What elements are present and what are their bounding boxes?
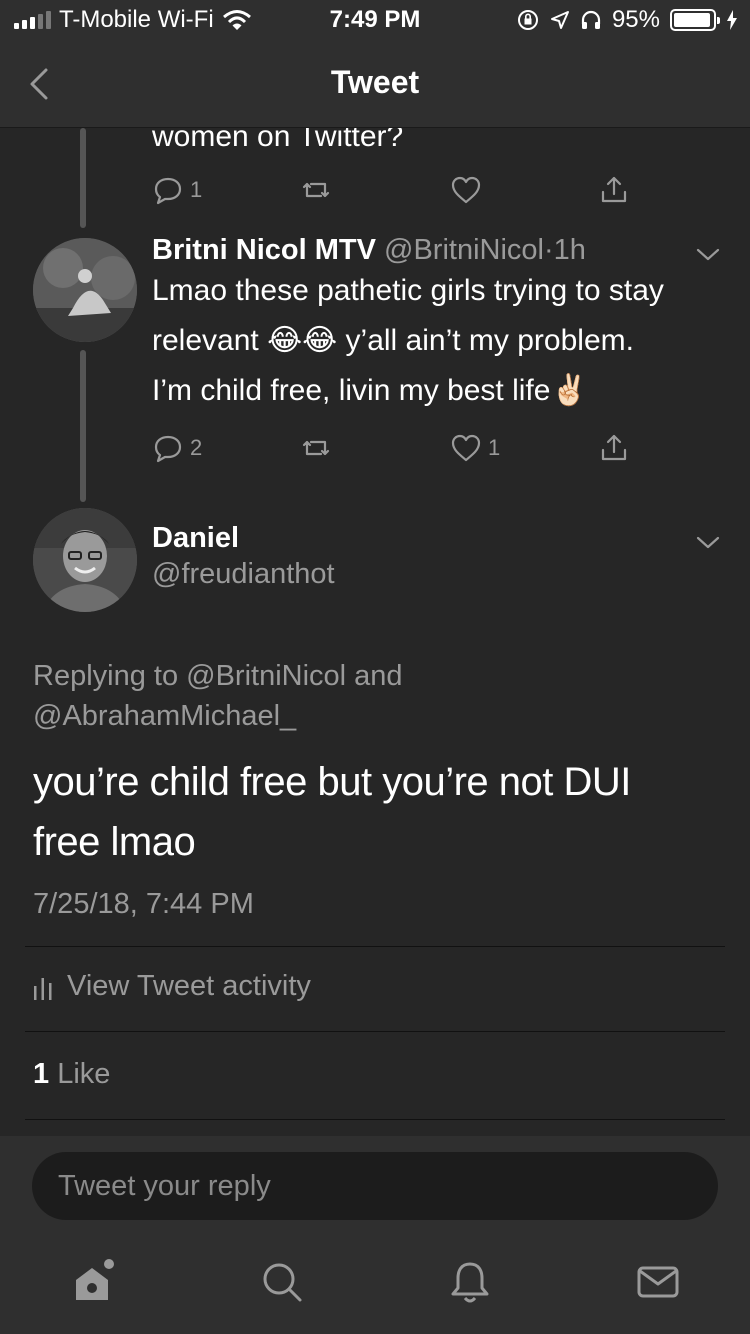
likes-summary[interactable]: 1 Like <box>33 1058 110 1091</box>
reply-icon <box>154 435 182 463</box>
orientation-lock-icon <box>517 10 538 30</box>
tweet-text-segment: relevant <box>152 324 259 357</box>
tab-messages[interactable] <box>634 1258 682 1306</box>
tweet-text: Lmao these pathetic girls trying to stay… <box>152 266 712 416</box>
divider <box>25 1031 725 1032</box>
author-name[interactable]: Daniel <box>152 522 239 555</box>
retweet-icon <box>302 182 330 198</box>
location-icon <box>550 11 569 29</box>
tweet-thread: women on Twitter? 1 Britni Nicol MTV @Br… <box>0 128 750 1136</box>
separator: · <box>543 234 554 266</box>
likes-label: Like <box>57 1058 111 1090</box>
thread-line <box>80 350 86 502</box>
chevron-down-icon[interactable] <box>694 528 722 556</box>
tweet-line: free lmao <box>33 820 196 864</box>
share-icon <box>601 434 627 461</box>
messages-icon <box>637 1266 679 1298</box>
heart-icon <box>451 176 481 204</box>
tweet-header: Britni Nicol MTV @BritniNicol·1h <box>152 234 586 267</box>
avatar[interactable] <box>33 238 137 342</box>
author-handle: @freudianthot <box>152 558 335 590</box>
tab-home[interactable] <box>70 1258 118 1306</box>
status-bar: T-Mobile Wi-Fi 7:49 PM 95% <box>0 0 750 40</box>
emoji: 😂😂 <box>267 324 338 357</box>
chevron-down-icon[interactable] <box>694 240 722 268</box>
tweet-line: relevant 😂😂 y’all ain’t my problem. <box>152 316 712 366</box>
nav-bar: Tweet <box>0 40 750 128</box>
retweet-button[interactable] <box>300 174 332 206</box>
reply-button[interactable]: 1 <box>152 174 202 206</box>
tweet-line: you’re child free but you’re not DUI <box>33 760 631 804</box>
battery-icon <box>670 9 720 31</box>
parent-tweet-actions: 2 1 <box>152 432 652 472</box>
like-count: 1 <box>488 435 501 460</box>
divider <box>25 1119 725 1120</box>
search-icon <box>263 1263 302 1302</box>
reply-bar: Tweet your reply <box>0 1136 750 1236</box>
like-button[interactable] <box>450 174 482 206</box>
tweet-text-segment: I’m child free, livin my best life <box>152 374 551 407</box>
notifications-icon <box>451 1262 489 1303</box>
reply-icon <box>154 177 182 205</box>
tab-search[interactable] <box>258 1258 306 1306</box>
share-button[interactable] <box>598 432 630 464</box>
tab-bar <box>0 1236 750 1334</box>
tweet-text-segment: y’all ain’t my problem. <box>345 324 634 357</box>
tweet-line: Lmao these pathetic girls trying to stay <box>152 274 664 307</box>
emoji: ✌🏻 <box>550 374 588 407</box>
status-right: 95% <box>516 6 738 34</box>
analytics-icon <box>34 977 52 1000</box>
retweet-icon <box>302 440 330 456</box>
retweet-button[interactable] <box>300 432 332 464</box>
avatar[interactable] <box>33 508 137 612</box>
heart-icon <box>451 434 481 462</box>
headphones-icon <box>581 10 601 29</box>
author-handle: @BritniNicol <box>384 234 544 266</box>
reply-count: 1 <box>190 177 203 202</box>
tweet-timestamp: 7/25/18, 7:44 PM <box>33 888 254 920</box>
like-button[interactable]: 1 <box>450 432 500 464</box>
activity-label: View Tweet activity <box>67 970 311 1002</box>
likes-count: 1 <box>33 1058 50 1090</box>
home-icon <box>76 1259 114 1300</box>
share-button[interactable] <box>598 174 630 206</box>
replying-line[interactable]: @AbrahamMichael_ <box>33 696 713 736</box>
reply-input[interactable]: Tweet your reply <box>32 1152 718 1220</box>
charging-icon <box>727 10 737 30</box>
divider <box>25 946 725 947</box>
thread-line <box>80 128 86 228</box>
replying-to: Replying to @BritniNicol and @AbrahamMic… <box>33 656 713 736</box>
reply-count: 2 <box>190 435 203 460</box>
tab-notifications[interactable] <box>446 1258 494 1306</box>
author-name[interactable]: Britni Nicol MTV <box>152 234 376 266</box>
main-tweet-text: you’re child free but you’re not DUI fre… <box>33 752 723 872</box>
share-icon <box>601 176 627 203</box>
view-activity-button[interactable]: View Tweet activity <box>33 970 311 1003</box>
reply-button[interactable]: 2 <box>152 432 202 464</box>
battery-percent: 95% <box>611 6 660 33</box>
prev-tweet-actions: 1 <box>152 174 652 214</box>
tweet-line: I’m child free, livin my best life✌🏻 <box>152 366 712 416</box>
prev-tweet-text: women on Twitter? <box>152 128 404 153</box>
time-ago: 1h <box>553 234 586 266</box>
page-title: Tweet <box>330 64 420 100</box>
replying-line[interactable]: Replying to @BritniNicol and <box>33 656 713 696</box>
